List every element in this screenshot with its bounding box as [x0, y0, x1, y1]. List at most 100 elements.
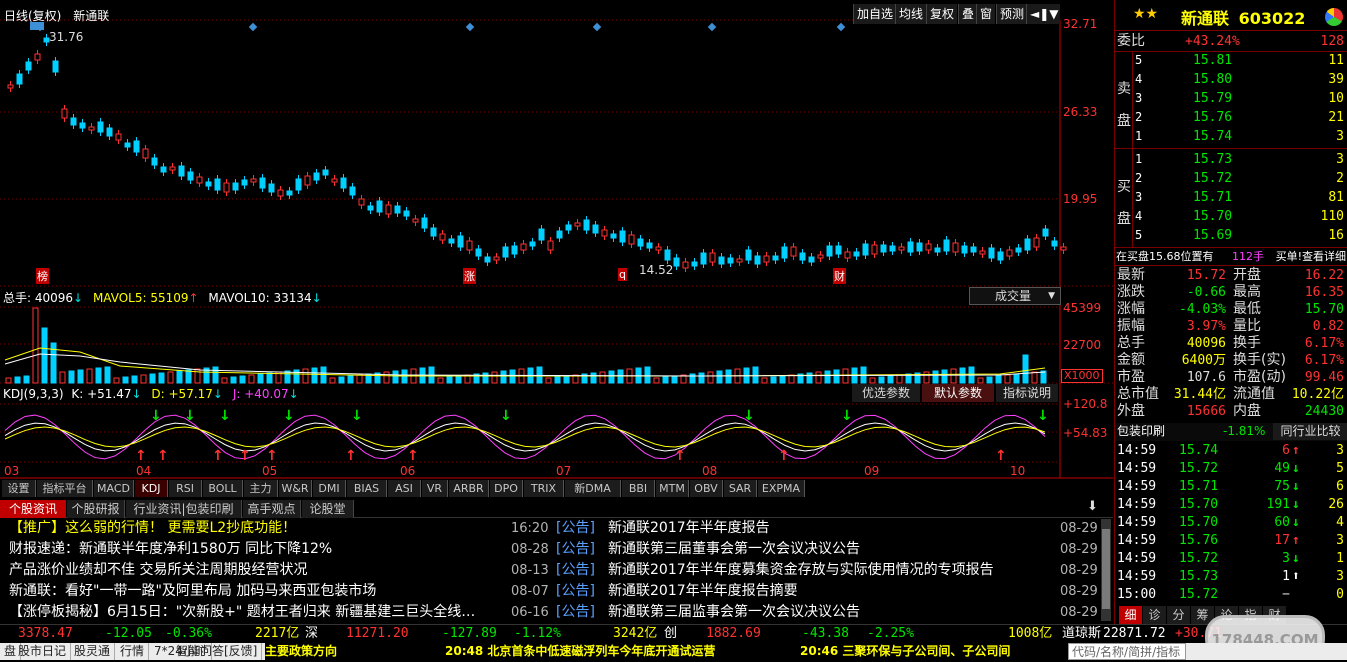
ask-volume: 11: [1328, 53, 1344, 68]
announcement-title[interactable]: 新通联第三届董事会第一次会议决议公告: [608, 539, 860, 560]
status-item-2[interactable]: 股灵通: [70, 643, 116, 660]
volume-bar: [392, 370, 399, 384]
event-marker-cai[interactable]: 财: [833, 268, 846, 284]
indicator-tab-3[interactable]: KDJ: [135, 480, 168, 497]
event-marker-bang[interactable]: 榜: [36, 268, 49, 284]
ask-price[interactable]: 15.74: [1193, 128, 1232, 145]
ticker-v[interactable]: 11271.20: [346, 624, 409, 643]
status-item-3[interactable]: 行情: [116, 643, 150, 660]
status-item-6[interactable]: 主要政策方向: [265, 643, 445, 660]
indicator-tab-18[interactable]: OBV: [690, 480, 723, 497]
news-tab-4[interactable]: 论股堂: [302, 500, 354, 518]
news-row[interactable]: 新通联：看好"一带一路"及阿里布局 加码马来西亚包装市场 08-07 [公告] 新通联…: [0, 581, 1100, 602]
weibi-count: 128: [1320, 34, 1344, 49]
right-tab-2[interactable]: 分: [1167, 606, 1190, 624]
event-marker-q[interactable]: q: [618, 268, 627, 281]
bid-price[interactable]: 15.69: [1193, 227, 1232, 244]
toolbar-btn-2[interactable]: 复权: [926, 4, 958, 24]
bid-price[interactable]: 15.71: [1193, 189, 1232, 206]
volume-bar: [401, 369, 408, 384]
indicator-tab-0[interactable]: 设置: [2, 480, 36, 497]
event-marker-zhang[interactable]: 涨: [463, 268, 476, 284]
candle: [1060, 246, 1067, 251]
news-left-title[interactable]: 【涨停板揭秘】6月15日："次新股+" 题材王者归来 新疆基建三巨头全线…: [9, 602, 475, 623]
quote-row: 15:00 15.72 − 0: [1115, 586, 1347, 603]
chart-area[interactable]: ↓ ↓ ↓ ↓ ↓ ↓ ↓ ↓ ↓ ↑ ↑ ↑ ↑ ↑ ↑ ↑ ↑ ↑ ↑ 日线(复权) 新通联 加自选 均线 复权叠窗…: [0, 0, 1113, 497]
indicator-tab-9[interactable]: BIAS: [347, 480, 387, 497]
indicator-tab-11[interactable]: VR: [422, 480, 448, 497]
bid-price[interactable]: 15.72: [1193, 170, 1232, 187]
status-item-7[interactable]: 20:48 北京首条中低速磁浮列车今年底开通试运营: [445, 643, 800, 660]
indicator-tab-15[interactable]: 新DMA: [565, 480, 621, 497]
status-item-1[interactable]: 股市日记: [14, 643, 72, 660]
tool-menu-icon[interactable]: ◄❚▼: [1026, 4, 1060, 24]
indicator-tab-7[interactable]: W&R: [279, 480, 312, 497]
toolbar-btn-3[interactable]: 叠: [958, 4, 978, 24]
news-row[interactable]: 产品涨价业绩却不佳 交易所关注周期股经营状况 08-13 [公告] 新通联2017年半…: [0, 560, 1100, 581]
default-params-button[interactable]: 默认参数: [922, 384, 994, 402]
volume-bar: [5, 377, 12, 384]
news-left-title[interactable]: 产品涨价业绩却不佳 交易所关注周期股经营状况: [9, 560, 307, 581]
ticker-v[interactable]: 22871.72: [1103, 624, 1166, 643]
star-icon[interactable]: ★★: [1133, 6, 1158, 22]
indicator-tab-16[interactable]: BBI: [622, 480, 655, 497]
indicator-tab-14[interactable]: TRIX: [524, 480, 564, 497]
announcement-title[interactable]: 新通联2017年半年度报告: [608, 518, 770, 539]
toolbar-btn-4[interactable]: 窗: [976, 4, 996, 24]
indicator-dropdown[interactable]: 成交量 ▼: [969, 287, 1061, 305]
indicator-tab-2[interactable]: MACD: [94, 480, 134, 497]
optimize-params-button[interactable]: 优选参数: [852, 384, 920, 402]
download-icon[interactable]: ⬇: [1087, 499, 1098, 514]
news-row[interactable]: 财报速递：新通联半年度净利1580万 同比下降12% 08-28 [公告] 新通联第三…: [0, 539, 1100, 560]
announcement-title[interactable]: 新通联第三届监事会第一次会议决议公告: [608, 602, 860, 623]
toolbar-btn-5[interactable]: 预测: [996, 4, 1028, 24]
news-left-title[interactable]: 新通联：看好"一带一路"及阿里布局 加码马来西亚包装市场: [9, 581, 376, 602]
status-item-9[interactable]: 代码/名称/简拼/指标: [1068, 643, 1186, 660]
status-item-5[interactable]: 智能问答[反馈]: [172, 643, 263, 660]
indicator-help-button[interactable]: 指标说明: [996, 384, 1058, 402]
status-item-8[interactable]: 20:46 三聚环保与子公司间、子公司间: [800, 643, 1068, 660]
news-row[interactable]: 【推广】这么弱的行情！ 更需要L2抄底功能！ 16:20 [公告] 新通联2017年半…: [0, 518, 1100, 539]
news-tab-3[interactable]: 高手观点: [243, 500, 301, 518]
news-left-title[interactable]: 【推广】这么弱的行情！ 更需要L2抄底功能！: [9, 518, 296, 539]
news-tab-0[interactable]: 个股资讯: [0, 500, 66, 518]
industry-name[interactable]: 包装印刷: [1117, 423, 1165, 440]
pie-chart-icon[interactable]: [1325, 8, 1343, 26]
indicator-tab-13[interactable]: DPO: [490, 480, 523, 497]
news-left-title[interactable]: 财报速递：新通联半年度净利1580万 同比下降12%: [9, 539, 332, 560]
ask-price[interactable]: 15.79: [1193, 90, 1232, 107]
tick-count: 3: [1336, 443, 1344, 458]
indicator-tab-17[interactable]: MTM: [656, 480, 689, 497]
news-tab-2[interactable]: 行业资讯|包装印刷: [126, 500, 242, 518]
toolbar-btn-0[interactable]: 加自选: [853, 4, 897, 24]
news-row[interactable]: 【涨停板揭秘】6月15日："次新股+" 题材王者归来 新疆基建三巨头全线… 06-…: [0, 602, 1100, 623]
indicator-tab-5[interactable]: BOLL: [203, 480, 243, 497]
bid-price[interactable]: 15.70: [1193, 208, 1232, 225]
indicator-tab-4[interactable]: RSI: [169, 480, 202, 497]
ticker-v[interactable]: 1882.69: [706, 624, 761, 643]
announcement-title[interactable]: 新通联2017年半年度报告摘要: [608, 581, 798, 602]
industry-compare-button[interactable]: 同行业比较: [1273, 423, 1347, 440]
indicator-tab-12[interactable]: ARBR: [449, 480, 489, 497]
indicator-tab-8[interactable]: DMI: [313, 480, 346, 497]
news-tab-1[interactable]: 个股研报: [67, 500, 125, 518]
indicator-tab-20[interactable]: EXPMA: [758, 480, 805, 497]
ask-price[interactable]: 15.81: [1193, 52, 1232, 69]
indicator-tab-10[interactable]: ASI: [388, 480, 421, 497]
scrollbar-thumb[interactable]: [1102, 529, 1110, 609]
indicator-tab-1[interactable]: 指标平台: [37, 480, 93, 497]
indicator-tab-19[interactable]: SAR: [724, 480, 757, 497]
stat-label: 流通值: [1233, 386, 1275, 402]
ask-price[interactable]: 15.80: [1193, 71, 1232, 88]
bid-price[interactable]: 15.73: [1193, 151, 1232, 168]
toolbar-btn-1[interactable]: 均线: [895, 4, 927, 24]
ask-price[interactable]: 15.76: [1193, 109, 1232, 126]
right-tab-0[interactable]: 细: [1119, 606, 1142, 624]
announcement-title[interactable]: 新通联2017年半年度募集资金存放与实际使用情况的专项报告: [608, 560, 994, 581]
right-tab-1[interactable]: 诊: [1143, 606, 1166, 624]
price-chart-svg[interactable]: ↓ ↓ ↓ ↓ ↓ ↓ ↓ ↓ ↓ ↑ ↑ ↑ ↑ ↑ ↑ ↑ ↑ ↑ ↑: [0, 0, 1113, 497]
inbuy-detail-link[interactable]: 买单!查看详细: [1276, 248, 1346, 265]
news-scrollbar[interactable]: [1101, 519, 1111, 621]
ticker-v[interactable]: 3378.47: [18, 624, 73, 643]
indicator-tab-6[interactable]: 主力: [244, 480, 278, 497]
